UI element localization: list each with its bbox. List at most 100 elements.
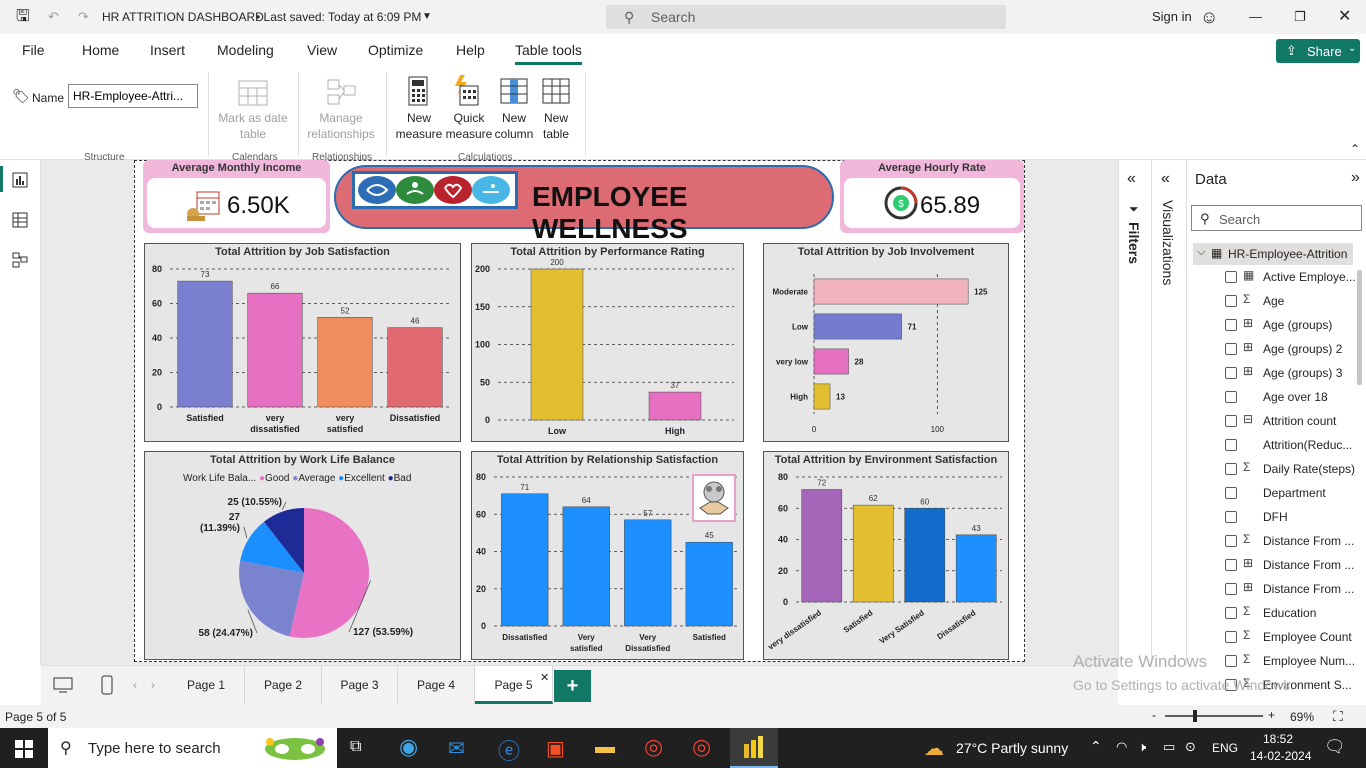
filters-label[interactable]: Filters (1126, 222, 1142, 264)
checkbox[interactable] (1225, 511, 1237, 523)
report-view-icon[interactable] (12, 172, 28, 188)
table-name-field[interactable] (68, 84, 198, 108)
sign-in-link[interactable]: Sign in (1152, 0, 1192, 34)
checkbox[interactable] (1225, 319, 1237, 331)
model-view-icon[interactable] (12, 252, 28, 268)
checkbox[interactable] (1225, 655, 1237, 667)
new-measure-button[interactable]: New measure (394, 110, 444, 142)
checkbox[interactable] (1225, 535, 1237, 547)
windows-start-icon[interactable] (15, 740, 33, 758)
visualizations-pane[interactable]: « Visualizations (1151, 160, 1186, 665)
chart-job-involvement[interactable]: Total Attrition by Job Involvement 0 100 1… (763, 243, 1009, 442)
chevron-up-icon[interactable]: ⌃ (1090, 738, 1102, 755)
checkbox[interactable] (1225, 271, 1237, 283)
field-item[interactable]: Σ Employee Num... (1225, 650, 1366, 674)
tab-page-2[interactable]: Page 2 (245, 666, 322, 704)
internet-explorer-icon[interactable]: ⓔ (498, 734, 520, 766)
menu-optimize[interactable]: Optimize (368, 42, 423, 58)
field-item[interactable]: ⊞ Age (groups) (1225, 314, 1366, 338)
field-item[interactable]: Attrition(Reduc... (1225, 434, 1366, 458)
checkbox[interactable] (1225, 583, 1237, 595)
new-measure-icon[interactable] (406, 76, 430, 106)
new-table-button[interactable]: New table (534, 110, 578, 142)
battery-icon[interactable]: ▭ (1163, 739, 1175, 755)
chrome-profile-icon[interactable]: ◎ (692, 734, 711, 760)
menu-file[interactable]: File (22, 42, 45, 58)
menu-view[interactable]: View (307, 42, 337, 58)
power-bi-taskbar-button[interactable] (730, 728, 778, 768)
table-view-icon[interactable] (12, 212, 28, 228)
taskbar-search[interactable]: ⚲ Type here to search (48, 728, 337, 768)
field-item[interactable]: Σ Daily Rate(steps) (1225, 458, 1366, 482)
field-item[interactable]: ⊞ Age (groups) 2 (1225, 338, 1366, 362)
store-icon[interactable]: ▣ (546, 736, 565, 761)
maximize-icon[interactable]: ❐ (1294, 0, 1306, 34)
weather-text[interactable]: 27°C Partly sunny (956, 740, 1068, 756)
minimize-icon[interactable]: — (1249, 0, 1262, 34)
new-table-icon[interactable] (542, 78, 570, 104)
avatar-icon[interactable]: ☺ (1200, 0, 1218, 34)
kpi-monthly-income[interactable]: Average Monthly Income 6.50K (143, 160, 330, 233)
field-item[interactable]: ⊞ Distance From ... (1225, 578, 1366, 602)
menu-modeling[interactable]: Modeling (217, 42, 274, 58)
field-item[interactable]: ⊞ Age (groups) 3 (1225, 362, 1366, 386)
clock-time[interactable]: 18:52 (1263, 732, 1293, 746)
close-icon[interactable]: ✕ (1338, 0, 1351, 34)
search-input[interactable]: ⚲ Search (606, 5, 1006, 29)
checkbox[interactable] (1225, 295, 1237, 307)
redo-icon[interactable]: ↷ (78, 0, 89, 34)
mail-icon[interactable]: ✉ (448, 736, 465, 761)
menu-help[interactable]: Help (456, 42, 485, 58)
chrome-icon[interactable]: ◎ (644, 734, 663, 760)
checkbox[interactable] (1225, 367, 1237, 379)
field-item[interactable]: Age over 18 (1225, 386, 1366, 410)
data-search-input[interactable]: ⚲ Search (1191, 205, 1362, 231)
chart-relationship-satisfaction[interactable]: Total Attrition by Relationship Satisfac… (471, 451, 744, 660)
chevron-left-icon[interactable]: « (1127, 170, 1136, 188)
checkbox[interactable] (1225, 391, 1237, 403)
new-column-icon[interactable] (500, 78, 528, 104)
menu-insert[interactable]: Insert (150, 42, 185, 58)
notification-app-icon[interactable]: ⊙ (1185, 739, 1196, 755)
chevron-left-icon[interactable]: ‹ (133, 678, 137, 692)
chevron-left-icon[interactable]: « (1161, 170, 1170, 188)
tab-page-3[interactable]: Page 3 (322, 666, 398, 704)
field-item[interactable]: Σ Distance From ... (1225, 530, 1366, 554)
chart-work-life-balance[interactable]: Total Attrition by Work Life Balance Wor… (144, 451, 461, 660)
desktop-layout-icon[interactable] (53, 677, 73, 693)
language-indicator[interactable]: ENG (1212, 741, 1238, 755)
zoom-in-icon[interactable]: + (1268, 708, 1275, 722)
checkbox[interactable] (1225, 487, 1237, 499)
menu-table-tools[interactable]: Table tools (515, 42, 582, 65)
menu-home[interactable]: Home (82, 42, 119, 58)
undo-icon[interactable]: ↶ (48, 0, 59, 34)
zoom-out-icon[interactable]: - (1152, 708, 1156, 722)
add-page-button[interactable]: + (554, 670, 591, 702)
checkbox[interactable] (1225, 415, 1237, 427)
close-tab-icon[interactable]: ✕ (540, 671, 549, 684)
network-icon[interactable]: ◠ (1116, 739, 1127, 755)
zoom-slider[interactable] (1165, 715, 1263, 717)
share-button[interactable]: ⇪ Share ⌄ (1276, 39, 1360, 63)
field-item[interactable]: Σ Employee Count (1225, 626, 1366, 650)
tab-page-4[interactable]: Page 4 (398, 666, 475, 704)
quick-measure-icon[interactable] (452, 74, 480, 106)
checkbox[interactable] (1225, 607, 1237, 619)
chart-performance-rating[interactable]: Total Attrition by Performance Rating 05… (471, 243, 744, 442)
checkbox[interactable] (1225, 439, 1237, 451)
field-item[interactable]: Σ Education (1225, 602, 1366, 626)
quick-measure-button[interactable]: Quick measure (444, 110, 494, 142)
task-view-icon[interactable]: ⧉ (350, 738, 361, 756)
checkbox[interactable] (1225, 343, 1237, 355)
field-item[interactable]: Department (1225, 482, 1366, 506)
visualizations-label[interactable]: Visualizations (1160, 200, 1176, 285)
checkbox[interactable] (1225, 559, 1237, 571)
clock-date[interactable]: 14-02-2024 (1250, 749, 1311, 763)
checkbox[interactable] (1225, 631, 1237, 643)
kpi-hourly-rate[interactable]: Average Hourly Rate $ 65.89 (840, 160, 1024, 233)
mobile-layout-icon[interactable] (101, 675, 113, 695)
save-icon[interactable]: 🖫 (16, 0, 30, 34)
chart-environment-satisfaction[interactable]: Total Attrition by Environment Satisfact… (763, 451, 1009, 660)
table-node[interactable]: ⌵ ▦ HR-Employee-Attrition (1193, 243, 1353, 265)
chart-job-satisfaction[interactable]: Total Attrition by Job Satisfaction 0 20 4… (144, 243, 461, 442)
